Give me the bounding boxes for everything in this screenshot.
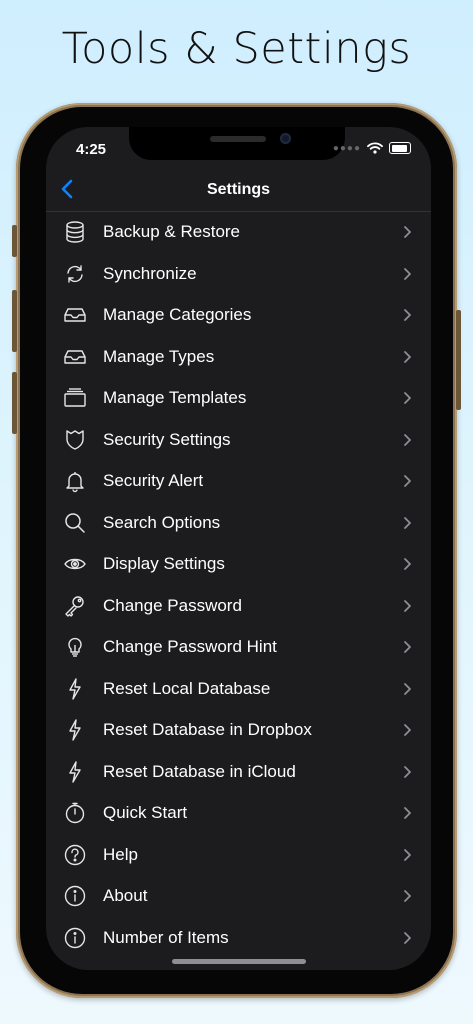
lightning-icon (62, 718, 88, 742)
battery-icon (389, 142, 411, 154)
settings-row-backup-restore[interactable]: Backup & Restore (46, 211, 431, 253)
settings-row-change-password-hint[interactable]: Change Password Hint (46, 626, 431, 668)
promo-headline: Tools & Settings (61, 24, 412, 74)
lightbulb-icon (62, 635, 88, 659)
settings-row-manage-types[interactable]: Manage Types (46, 336, 431, 378)
phone-screen: 4:25 ●●●● Settings Backup & Restore Sync… (46, 127, 431, 970)
bell-icon (62, 469, 88, 493)
question-circle-icon (62, 843, 88, 867)
wifi-icon (367, 142, 383, 154)
settings-row-reset-database-dropbox[interactable]: Reset Database in Dropbox (46, 709, 431, 751)
chevron-right-icon (403, 806, 413, 820)
chevron-right-icon (403, 931, 413, 945)
chevron-right-icon (403, 557, 413, 571)
settings-row-manage-templates[interactable]: Manage Templates (46, 377, 431, 419)
row-label: Help (103, 844, 138, 864)
sync-icon (62, 262, 88, 286)
settings-row-security-alert[interactable]: Security Alert (46, 460, 431, 502)
stopwatch-icon (62, 801, 88, 825)
settings-row-synchronize[interactable]: Synchronize (46, 253, 431, 295)
settings-row-security-settings[interactable]: Security Settings (46, 419, 431, 461)
info-circle-icon (62, 884, 88, 908)
speaker-grille (210, 136, 266, 142)
row-label: Reset Local Database (103, 678, 271, 698)
settings-row-help[interactable]: Help (46, 834, 431, 876)
row-label: Manage Categories (103, 305, 252, 324)
settings-list: Backup & Restore Synchronize Manage Cate… (46, 211, 431, 958)
row-label: Synchronize (103, 263, 197, 283)
chevron-right-icon (403, 848, 413, 862)
row-label: Search Options (103, 512, 221, 532)
stack-icon (62, 386, 88, 410)
shield-icon (62, 428, 88, 452)
chevron-right-icon (403, 765, 413, 779)
search-icon (62, 511, 88, 535)
row-label: Reset Database in Dropbox (103, 720, 312, 739)
chevron-right-icon (403, 350, 413, 364)
chevron-right-icon (403, 267, 413, 281)
inbox-tray-icon (62, 345, 88, 369)
settings-row-about[interactable]: About (46, 875, 431, 917)
navigation-bar: Settings (46, 169, 431, 212)
lightning-icon (62, 760, 88, 784)
chevron-right-icon (403, 225, 413, 239)
chevron-right-icon (403, 640, 413, 654)
key-icon (62, 594, 88, 618)
row-label: Security Alert (103, 471, 204, 490)
row-label: Reset Database in iCloud (103, 761, 296, 781)
status-indicators: ●●●● (333, 141, 411, 155)
settings-row-reset-local-database[interactable]: Reset Local Database (46, 668, 431, 710)
status-time: 4:25 (76, 141, 107, 158)
notch (129, 127, 345, 160)
chevron-right-icon (403, 599, 413, 613)
info-circle-icon (62, 926, 88, 950)
chevron-right-icon (403, 516, 413, 530)
lightning-icon (62, 677, 88, 701)
chevron-right-icon (403, 889, 413, 903)
database-icon (62, 220, 88, 244)
phone-volume-down (12, 372, 17, 434)
settings-row-display-settings[interactable]: Display Settings (46, 543, 431, 585)
chevron-right-icon (403, 474, 413, 488)
settings-row-search-options[interactable]: Search Options (46, 502, 431, 544)
chevron-right-icon (403, 723, 413, 737)
row-label: Display Settings (103, 554, 225, 573)
row-label: Change Password (103, 595, 242, 615)
chevron-right-icon (403, 682, 413, 696)
page-title: Settings (206, 181, 271, 198)
home-indicator[interactable] (172, 959, 306, 964)
settings-row-reset-database-icloud[interactable]: Reset Database in iCloud (46, 751, 431, 793)
phone-volume-up (12, 290, 17, 352)
settings-row-change-password[interactable]: Change Password (46, 585, 431, 627)
inbox-tray-icon (62, 303, 88, 327)
row-label: Number of Items (103, 927, 229, 947)
chevron-right-icon (403, 391, 413, 405)
phone-power-button (456, 310, 461, 410)
row-label: About (103, 886, 148, 905)
settings-row-manage-categories[interactable]: Manage Categories (46, 294, 431, 336)
settings-row-number-of-items[interactable]: Number of Items (46, 917, 431, 959)
chevron-right-icon (403, 308, 413, 322)
row-label: Backup & Restore (103, 222, 241, 241)
row-label: Manage Types (103, 346, 215, 366)
row-label: Security Settings (103, 429, 231, 449)
phone-mute-switch (12, 225, 17, 257)
row-label: Quick Start (103, 803, 188, 822)
chevron-right-icon (403, 433, 413, 447)
settings-row-quick-start[interactable]: Quick Start (46, 792, 431, 834)
cellular-signal-icon: ●●●● (332, 142, 361, 154)
row-label: Manage Templates (103, 388, 247, 407)
eye-icon (62, 552, 88, 576)
row-label: Change Password Hint (103, 637, 277, 656)
front-camera (280, 133, 291, 144)
